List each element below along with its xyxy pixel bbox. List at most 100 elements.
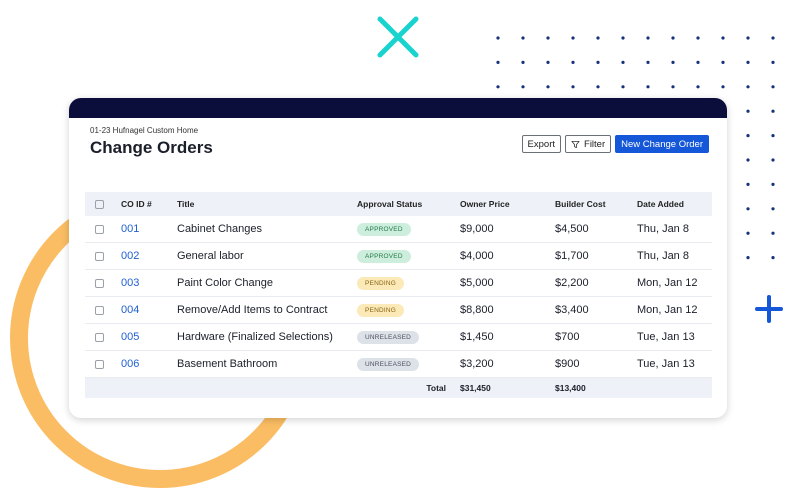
plus-decoration-icon [755, 295, 783, 323]
dot [521, 36, 525, 40]
column-header-builder-cost[interactable]: Builder Cost [555, 192, 637, 216]
date-added: Mon, Jan 12 [637, 296, 712, 324]
owner-price: $1,450 [460, 323, 555, 351]
row-checkbox[interactable] [95, 305, 104, 315]
dot [746, 85, 750, 89]
dot [496, 36, 500, 40]
dot [746, 158, 750, 162]
status-badge: UNRELEASED [357, 331, 420, 344]
select-all-cell [85, 192, 121, 216]
totals-label: Total [357, 377, 460, 398]
change-order-id-link[interactable]: 006 [121, 358, 139, 370]
dot [771, 207, 775, 211]
totals-spacer [121, 377, 177, 398]
select-all-checkbox[interactable] [95, 200, 104, 210]
column-header-date-added[interactable]: Date Added [637, 192, 712, 216]
date-added: Thu, Jan 8 [637, 216, 712, 243]
status-cell: UNRELEASED [357, 323, 460, 351]
status-cell: PENDING [357, 269, 460, 297]
totals-spacer [85, 377, 121, 398]
row-checkbox[interactable] [95, 359, 104, 369]
new-change-order-button[interactable]: New Change Order [615, 135, 709, 153]
change-order-title: Hardware (Finalized Selections) [177, 323, 357, 351]
dot [621, 60, 625, 64]
dot [671, 60, 675, 64]
totals-spacer [637, 377, 712, 398]
dot [671, 36, 675, 40]
change-orders-card: 01-23 Hufnagel Custom Home Change Orders… [69, 98, 727, 418]
change-order-id-link[interactable]: 003 [121, 277, 139, 289]
builder-cost: $900 [555, 350, 637, 378]
dot [771, 158, 775, 162]
owner-price: $9,000 [460, 216, 555, 243]
change-order-title: Cabinet Changes [177, 216, 357, 243]
dot [496, 60, 500, 64]
new-change-order-label: New Change Order [621, 138, 703, 150]
dot [771, 36, 775, 40]
dot [771, 231, 775, 235]
dot [696, 85, 700, 89]
dot [771, 109, 775, 113]
card-header-bar [69, 98, 727, 118]
column-header-coid[interactable]: CO ID # [121, 192, 177, 216]
column-header-owner-price[interactable]: Owner Price [460, 192, 555, 216]
change-order-title: General labor [177, 242, 357, 270]
column-header-title[interactable]: Title [177, 192, 357, 216]
date-added: Tue, Jan 13 [637, 323, 712, 351]
filter-button[interactable]: Filter [565, 135, 612, 153]
dot [696, 60, 700, 64]
page-title: Change Orders [90, 138, 213, 157]
dot [621, 36, 625, 40]
dot [771, 182, 775, 186]
export-button[interactable]: Export [521, 135, 562, 153]
table-row[interactable]: 006 Basement Bathroom UNRELEASED $3,200 $900… [85, 350, 712, 378]
table-row[interactable]: 002 General labor APPROVED $4,000 $1,700 Thu,… [85, 242, 712, 270]
dot [571, 36, 575, 40]
toolbar: Export Filter New Change Order [521, 135, 709, 153]
status-cell: APPROVED [357, 216, 460, 243]
status-cell: UNRELEASED [357, 350, 460, 378]
builder-cost: $3,400 [555, 296, 637, 324]
row-checkbox[interactable] [95, 224, 104, 234]
column-header-status[interactable]: Approval Status [357, 192, 460, 216]
dot [696, 36, 700, 40]
change-order-id-link[interactable]: 002 [121, 250, 139, 262]
date-added: Tue, Jan 13 [637, 350, 712, 378]
table-row[interactable]: 005 Hardware (Finalized Selections) UNRELE… [85, 323, 712, 351]
totals-spacer [177, 377, 357, 398]
dot [746, 134, 750, 138]
owner-price: $4,000 [460, 242, 555, 270]
change-orders-table: CO ID # Title Approval Status Owner Pric… [85, 192, 712, 398]
dot [746, 207, 750, 211]
dot [646, 85, 650, 89]
change-order-id-link[interactable]: 004 [121, 304, 139, 316]
dot [596, 36, 600, 40]
dot [671, 85, 675, 89]
dot [721, 85, 725, 89]
dot [571, 60, 575, 64]
table-row[interactable]: 003 Paint Color Change PENDING $5,000 $2,200… [85, 269, 712, 297]
total-builder-cost: $13,400 [555, 377, 637, 398]
dot [546, 36, 550, 40]
dot [771, 256, 775, 260]
row-checkbox[interactable] [95, 251, 104, 261]
row-checkbox-cell [85, 269, 121, 297]
change-order-id-link[interactable]: 001 [121, 223, 139, 235]
status-badge: PENDING [357, 304, 405, 317]
table-row[interactable]: 004 Remove/Add Items to Contract PENDING $8… [85, 296, 712, 324]
change-order-id-link[interactable]: 005 [121, 331, 139, 343]
row-checkbox[interactable] [95, 332, 104, 342]
dot [746, 109, 750, 113]
totals-row: Total $31,450 $13,400 [85, 377, 712, 398]
row-checkbox[interactable] [95, 278, 104, 288]
dot [521, 85, 525, 89]
dot [746, 256, 750, 260]
dot [521, 60, 525, 64]
dot [746, 36, 750, 40]
owner-price: $8,800 [460, 296, 555, 324]
builder-cost: $1,700 [555, 242, 637, 270]
dot [646, 36, 650, 40]
dot [746, 231, 750, 235]
builder-cost: $4,500 [555, 216, 637, 243]
table-row[interactable]: 001 Cabinet Changes APPROVED $9,000 $4,500 Th… [85, 216, 712, 243]
